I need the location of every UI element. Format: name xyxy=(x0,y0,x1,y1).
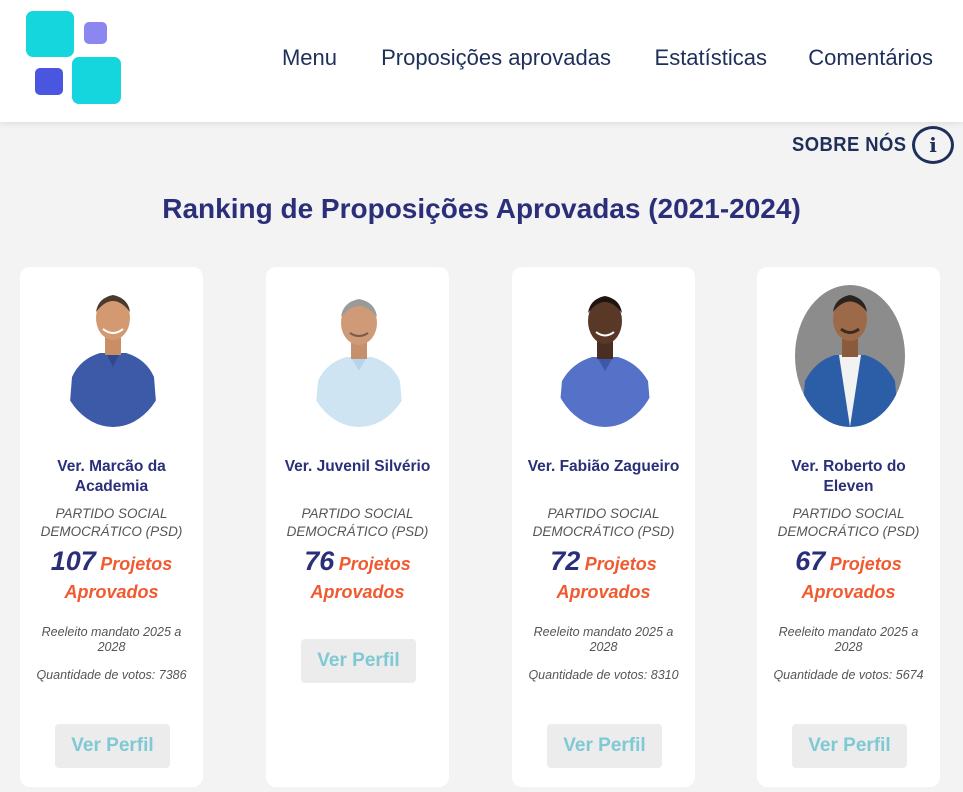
reelection-note: Reeleito mandato 2025 a 2028 xyxy=(41,625,182,654)
avatar-photo xyxy=(304,285,414,427)
avatar-photo xyxy=(550,285,660,427)
view-profile-button[interactable]: Ver Perfil xyxy=(547,724,662,768)
councillor-name: Ver. Juvenil Silvério xyxy=(284,458,431,475)
councillor-name: Ver. Fabião Zagueiro xyxy=(527,458,680,475)
councillor-card: Ver. Fabião Zagueiro PARTIDO SOCIAL DEMO… xyxy=(512,267,695,787)
councillor-name: Ver. Roberto do Eleven xyxy=(791,458,906,495)
approved-projects: 107 Projetos Aprovados xyxy=(28,548,195,607)
councillor-card: Ver. Marcão da Academia PARTIDO SOCIAL D… xyxy=(20,267,203,787)
party-name: PARTIDO SOCIAL DEMOCRÁTICO (PSD) xyxy=(40,506,183,539)
reelection-note: Reeleito mandato 2025 a 2028 xyxy=(533,625,674,654)
party-name: PARTIDO SOCIAL DEMOCRÁTICO (PSD) xyxy=(532,506,675,539)
info-icon: i xyxy=(912,126,954,164)
site-header: Menu Proposições aprovadas Estatísticas … xyxy=(0,0,963,122)
party-name: PARTIDO SOCIAL DEMOCRÁTICO (PSD) xyxy=(777,506,920,539)
approved-count: 72 xyxy=(550,546,581,576)
nav-menu[interactable]: Menu xyxy=(282,45,337,71)
vote-count: Quantidade de votos: 5674 xyxy=(773,668,924,682)
logo-square-cyan-top xyxy=(26,11,74,57)
councillor-card: Ver. Juvenil Silvério PARTIDO SOCIAL DEM… xyxy=(266,267,449,787)
approved-projects: 72 Projetos Aprovados xyxy=(520,548,687,607)
page-title: Ranking de Proposições Aprovadas (2021-2… xyxy=(162,193,801,224)
logo-square-cyan-bottom xyxy=(72,57,121,104)
vote-count: Quantidade de votos: 8310 xyxy=(528,668,679,682)
avatar-photo xyxy=(795,285,905,427)
approved-projects: 67 Projetos Aprovados xyxy=(765,548,932,607)
about-label: SOBRE NÓS xyxy=(792,133,907,156)
approved-count: 67 xyxy=(795,546,826,576)
approved-projects: 76 Projetos Aprovados xyxy=(274,548,441,607)
logo-square-blue xyxy=(35,68,63,95)
about-link[interactable]: SOBRE NÓS i xyxy=(782,126,954,164)
view-profile-button[interactable]: Ver Perfil xyxy=(792,724,907,768)
nav-proposicoes-aprovadas[interactable]: Proposições aprovadas xyxy=(381,45,611,71)
approved-count: 107 xyxy=(50,546,96,576)
councillor-name: Ver. Marcão da Academia xyxy=(57,458,166,495)
party-name: PARTIDO SOCIAL DEMOCRÁTICO (PSD) xyxy=(286,506,429,539)
councillor-card: Ver. Roberto do Eleven PARTIDO SOCIAL DE… xyxy=(757,267,940,787)
logo[interactable] xyxy=(24,11,122,105)
view-profile-button[interactable]: Ver Perfil xyxy=(55,724,170,768)
nav-estatisticas[interactable]: Estatísticas xyxy=(655,45,767,71)
avatar-photo xyxy=(58,285,168,427)
vote-count: Quantidade de votos: 7386 xyxy=(36,668,187,682)
view-profile-button[interactable]: Ver Perfil xyxy=(301,639,416,683)
approved-count: 76 xyxy=(304,546,335,576)
logo-square-lavender xyxy=(84,22,107,44)
nav-comentarios[interactable]: Comentários xyxy=(808,45,933,71)
reelection-note: Reeleito mandato 2025 a 2028 xyxy=(778,625,919,654)
